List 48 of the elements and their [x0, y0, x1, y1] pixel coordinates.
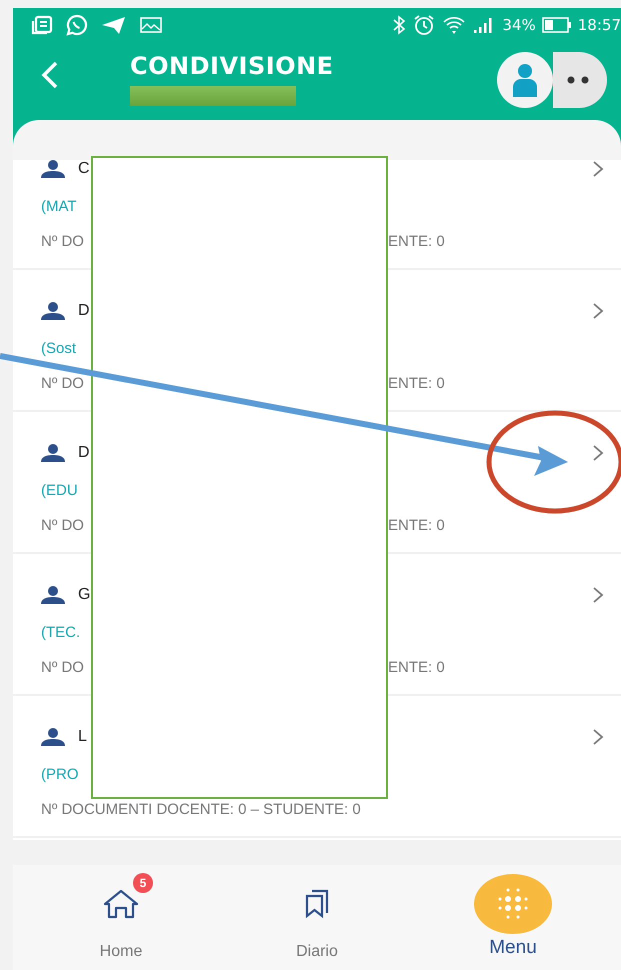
notification-badge: 5 [133, 873, 153, 893]
chevron-right-icon[interactable] [592, 443, 604, 463]
person-icon [41, 728, 65, 746]
more-button[interactable] [553, 52, 607, 108]
subject-label: (MAT [41, 198, 78, 215]
person-icon [41, 160, 65, 178]
person-icon [41, 444, 65, 462]
teacher-name: C [78, 160, 90, 178]
news-icon [31, 15, 53, 35]
chevron-right-icon[interactable] [592, 301, 604, 321]
person-icon [41, 586, 65, 604]
document-count: Nº DO [41, 233, 85, 250]
document-count: Nº DO [41, 659, 85, 676]
person-icon [512, 63, 538, 97]
subject-label: (Sost [41, 340, 78, 357]
chevron-right-icon[interactable] [592, 160, 604, 179]
battery-icon [542, 17, 572, 33]
document-count: ENTE: 0 [388, 375, 445, 392]
subject-label: (TEC. [41, 624, 82, 641]
subject-label: (EDU [41, 482, 79, 499]
page-title: CONDIVISIONE [130, 52, 335, 80]
more-dots-icon [566, 76, 590, 84]
subject-label: (PRO [41, 766, 80, 783]
wifi-icon [442, 15, 466, 35]
clock-time: 18:57 [578, 16, 621, 34]
teacher-name: L [78, 728, 87, 746]
document-count: Nº DO [41, 517, 85, 534]
teacher-name: D [78, 302, 90, 320]
nav-tab[interactable]: Diario [257, 873, 377, 970]
nav-tab[interactable]: 5 Home [61, 873, 181, 970]
nav-tab[interactable]: Menu [453, 873, 573, 970]
alarm-clock-icon [412, 14, 436, 36]
paper-plane-icon [101, 15, 127, 35]
person-icon [41, 302, 65, 320]
document-count: Nº DO [41, 375, 85, 392]
chat-bubble-icon [65, 14, 89, 36]
battery-percentage: 34% [502, 16, 536, 34]
document-count: ENTE: 0 [388, 233, 445, 250]
document-count: ENTE: 0 [388, 517, 445, 534]
bluetooth-icon [392, 15, 406, 35]
image-icon [139, 16, 163, 34]
home-icon [101, 888, 141, 920]
chevron-right-icon[interactable] [592, 727, 604, 747]
document-count: Nº DOCUMENTI DOCENTE: 0 – STUDENTE: 0 [41, 801, 361, 818]
teacher-name: G [78, 586, 90, 604]
chevron-right-icon[interactable] [592, 585, 604, 605]
document-count: ENTE: 0 [388, 659, 445, 676]
teacher-name: D [78, 444, 90, 462]
